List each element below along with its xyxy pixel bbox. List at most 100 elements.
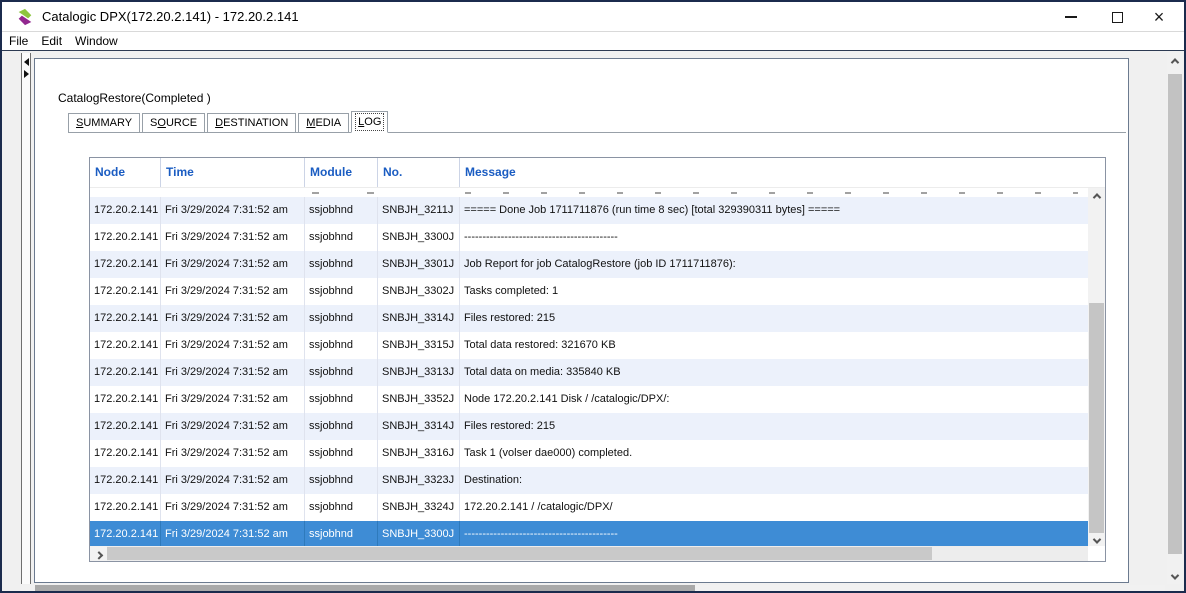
- collapse-left-icon[interactable]: [24, 58, 29, 66]
- tab-summary[interactable]: SUMMARY: [68, 113, 140, 132]
- table-vscroll-thumb[interactable]: [1089, 303, 1104, 533]
- window-horizontal-scrollbar[interactable]: [21, 585, 1165, 591]
- log-row[interactable]: 172.20.2.141Fri 3/29/2024 7:31:52 amssjo…: [90, 521, 1088, 548]
- sidebar-splitter[interactable]: [21, 53, 31, 584]
- menu-item-edit[interactable]: Edit: [41, 34, 70, 48]
- log-cell-time: Fri 3/29/2024 7:31:52 am: [161, 197, 305, 224]
- clipped-text-marks2: [312, 192, 402, 194]
- log-cell-module: ssjobhnd: [305, 521, 378, 548]
- tab-destination[interactable]: DESTINATION: [207, 113, 296, 132]
- log-row[interactable]: 172.20.2.141Fri 3/29/2024 7:31:52 amssjo…: [90, 197, 1088, 224]
- log-cell-node: 172.20.2.141: [90, 359, 161, 386]
- log-cell-node: 172.20.2.141: [90, 467, 161, 494]
- log-row[interactable]: 172.20.2.141Fri 3/29/2024 7:31:52 amssjo…: [90, 278, 1088, 305]
- log-cell-no: SNBJH_3211J: [378, 197, 460, 224]
- tab-label: MEDIA: [306, 117, 341, 129]
- log-cell-module: ssjobhnd: [305, 224, 378, 251]
- column-header-no[interactable]: No.: [378, 158, 460, 187]
- log-cell-time: Fri 3/29/2024 7:31:52 am: [161, 521, 305, 548]
- window-scroll-down-button[interactable]: [1167, 569, 1183, 584]
- log-cell-node: 172.20.2.141: [90, 251, 161, 278]
- title-bar[interactable]: Catalogic DPX(172.20.2.141) - 172.20.2.1…: [2, 2, 1184, 32]
- menu-item-file[interactable]: File: [9, 34, 36, 48]
- table-scroll-right-button[interactable]: [90, 546, 107, 561]
- window-vertical-scrollbar[interactable]: [1167, 53, 1183, 584]
- log-row-partial[interactable]: [90, 188, 1088, 197]
- log-row[interactable]: 172.20.2.141Fri 3/29/2024 7:31:52 amssjo…: [90, 467, 1088, 494]
- content-area: CatalogRestore(Completed ) SUMMARYSOURCE…: [2, 52, 1184, 591]
- log-cell-module: ssjobhnd: [305, 251, 378, 278]
- chevron-up-icon: [1092, 193, 1100, 201]
- table-scroll-up-button[interactable]: [1088, 188, 1105, 203]
- log-cell-no: SNBJH_3300J: [378, 224, 460, 251]
- window-title: Catalogic DPX(172.20.2.141) - 172.20.2.1…: [42, 9, 299, 24]
- log-cell-time: Fri 3/29/2024 7:31:52 am: [161, 359, 305, 386]
- log-cell-module: ssjobhnd: [305, 440, 378, 467]
- log-row[interactable]: 172.20.2.141Fri 3/29/2024 7:31:52 amssjo…: [90, 251, 1088, 278]
- column-header-message[interactable]: Message: [460, 158, 1105, 187]
- tab-log[interactable]: LOG: [351, 111, 388, 133]
- catalogic-logo-icon: [16, 8, 34, 26]
- log-cell-time: Fri 3/29/2024 7:31:52 am: [161, 386, 305, 413]
- chevron-down-icon: [1092, 535, 1100, 543]
- close-button[interactable]: ×: [1142, 2, 1176, 32]
- table-vertical-scrollbar[interactable]: [1088, 188, 1105, 548]
- log-rows: 172.20.2.141Fri 3/29/2024 7:31:52 amssjo…: [90, 188, 1088, 548]
- log-cell-time: Fri 3/29/2024 7:31:52 am: [161, 305, 305, 332]
- tab-media[interactable]: MEDIA: [298, 113, 349, 132]
- log-row[interactable]: 172.20.2.141Fri 3/29/2024 7:31:52 amssjo…: [90, 359, 1088, 386]
- menu-item-window[interactable]: Window: [75, 34, 126, 48]
- table-hscroll-thumb[interactable]: [106, 547, 932, 560]
- log-cell-no: SNBJH_3300J: [378, 521, 460, 548]
- clipped-text-marks: [465, 192, 1078, 194]
- table-horizontal-scrollbar[interactable]: [90, 546, 1090, 561]
- chevron-right-icon: [94, 551, 102, 559]
- log-row[interactable]: 172.20.2.141Fri 3/29/2024 7:31:52 amssjo…: [90, 332, 1088, 359]
- log-row[interactable]: 172.20.2.141Fri 3/29/2024 7:31:52 amssjo…: [90, 386, 1088, 413]
- log-cell-no: SNBJH_3352J: [378, 386, 460, 413]
- log-cell-node: 172.20.2.141: [90, 413, 161, 440]
- log-cell-message: ===== Done Job 1711711876 (run time 8 se…: [460, 197, 1088, 224]
- tab-source[interactable]: SOURCE: [142, 113, 205, 132]
- minimize-button[interactable]: [1054, 2, 1088, 32]
- log-row[interactable]: 172.20.2.141Fri 3/29/2024 7:31:52 amssjo…: [90, 494, 1088, 521]
- window-hscroll-thumb[interactable]: [35, 585, 695, 591]
- log-cell-node: 172.20.2.141: [90, 521, 161, 548]
- log-cell-time: Fri 3/29/2024 7:31:52 am: [161, 494, 305, 521]
- log-cell-no: SNBJH_3314J: [378, 413, 460, 440]
- job-panel: CatalogRestore(Completed ) SUMMARYSOURCE…: [34, 58, 1129, 583]
- log-cell-message: 172.20.2.141 / /catalogic/DPX/: [460, 494, 1088, 521]
- log-table: NodeTimeModuleNo.Message 172.20.2.141Fri…: [89, 157, 1106, 562]
- tab-label: DESTINATION: [215, 117, 288, 129]
- column-header-module[interactable]: Module: [305, 158, 378, 187]
- log-cell-time: Fri 3/29/2024 7:31:52 am: [161, 440, 305, 467]
- log-cell-node: 172.20.2.141: [90, 224, 161, 251]
- window-scroll-up-button[interactable]: [1167, 53, 1183, 68]
- log-cell-module: ssjobhnd: [305, 359, 378, 386]
- chevron-down-icon: [1171, 571, 1179, 579]
- log-cell-message: Tasks completed: 1: [460, 278, 1088, 305]
- column-header-node[interactable]: Node: [90, 158, 161, 187]
- log-cell-time: Fri 3/29/2024 7:31:52 am: [161, 413, 305, 440]
- tab-label: SUMMARY: [76, 117, 132, 129]
- log-cell-node: 172.20.2.141: [90, 278, 161, 305]
- log-cell-time: Fri 3/29/2024 7:31:52 am: [161, 278, 305, 305]
- expand-right-icon[interactable]: [24, 70, 29, 78]
- log-cell-message: ----------------------------------------…: [460, 224, 1088, 251]
- maximize-icon: [1112, 12, 1123, 23]
- log-row[interactable]: 172.20.2.141Fri 3/29/2024 7:31:52 amssjo…: [90, 224, 1088, 251]
- maximize-button[interactable]: [1100, 2, 1134, 32]
- log-row[interactable]: 172.20.2.141Fri 3/29/2024 7:31:52 amssjo…: [90, 305, 1088, 332]
- log-cell-message: Files restored: 215: [460, 413, 1088, 440]
- log-cell-message: Task 1 (volser dae000) completed.: [460, 440, 1088, 467]
- scrollbar-corner: [1088, 546, 1105, 561]
- chevron-up-icon: [1171, 58, 1179, 66]
- log-row[interactable]: 172.20.2.141Fri 3/29/2024 7:31:52 amssjo…: [90, 413, 1088, 440]
- window-vscroll-thumb[interactable]: [1168, 74, 1182, 554]
- log-cell-node: 172.20.2.141: [90, 494, 161, 521]
- log-row[interactable]: 172.20.2.141Fri 3/29/2024 7:31:52 amssjo…: [90, 440, 1088, 467]
- column-header-time[interactable]: Time: [161, 158, 305, 187]
- log-cell-module: ssjobhnd: [305, 197, 378, 224]
- log-cell-time: Fri 3/29/2024 7:31:52 am: [161, 224, 305, 251]
- log-cell-no: SNBJH_3313J: [378, 359, 460, 386]
